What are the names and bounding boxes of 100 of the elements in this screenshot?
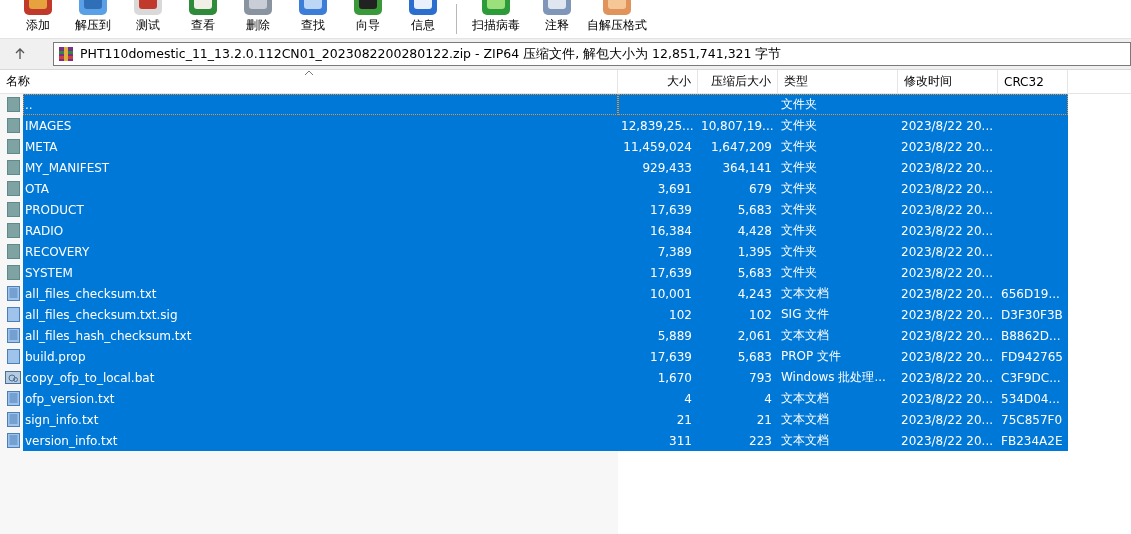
file-row[interactable]: ofp_version.txt bbox=[23, 388, 618, 409]
text-file-icon bbox=[7, 412, 20, 427]
table-cell: 7,389 bbox=[657, 244, 692, 259]
file-row[interactable]: SYSTEM bbox=[23, 262, 618, 283]
table-cell: 5,683 bbox=[737, 202, 772, 217]
table-cell: D3F30F3B bbox=[1001, 307, 1063, 322]
archive-icon bbox=[58, 46, 74, 62]
table-cell: 656D19... bbox=[1001, 286, 1060, 301]
table-cell: B8862D... bbox=[1001, 328, 1061, 343]
table-cell: 10,807,19... bbox=[701, 118, 774, 133]
file-row[interactable]: PRODUCT bbox=[23, 199, 618, 220]
table-cell: 1,670 bbox=[657, 370, 692, 385]
table-cell: 2023/8/22 20... bbox=[901, 244, 994, 259]
folder-icon bbox=[7, 181, 20, 196]
toolbar-button[interactable]: 测试 bbox=[120, 0, 175, 38]
file-name: all_files_checksum.txt bbox=[24, 286, 158, 301]
folder-icon bbox=[7, 265, 20, 280]
table-cell: 2023/8/22 20... bbox=[901, 286, 994, 301]
table-cell: 文件夹 bbox=[781, 97, 817, 111]
file-name: all_files_hash_checksum.txt bbox=[24, 328, 193, 343]
table-cell: 793 bbox=[749, 370, 772, 385]
table-cell: Windows 批处理... bbox=[781, 370, 886, 384]
file-name: build.prop bbox=[24, 349, 87, 364]
file-row[interactable]: IMAGES bbox=[23, 115, 618, 136]
file-name: MY_MANIFEST bbox=[24, 160, 111, 175]
file-name: ofp_version.txt bbox=[24, 391, 116, 406]
table-cell: 文本文档 bbox=[781, 328, 829, 342]
folder-icon bbox=[7, 139, 20, 154]
toolbar-button[interactable]: 自解压格式 bbox=[584, 0, 650, 38]
file-name: IMAGES bbox=[24, 118, 73, 133]
table-cell: 2,061 bbox=[737, 328, 772, 343]
file-row[interactable]: all_files_checksum.txt bbox=[23, 283, 618, 304]
file-name: PRODUCT bbox=[24, 202, 85, 217]
file-name: META bbox=[24, 139, 59, 154]
table-cell: 10,001 bbox=[650, 286, 692, 301]
table-cell: 文本文档 bbox=[781, 412, 829, 426]
table-cell: 2023/8/22 20... bbox=[901, 349, 994, 364]
file-row[interactable]: META bbox=[23, 136, 618, 157]
table-cell: 2023/8/22 20... bbox=[901, 223, 994, 238]
table-cell: 5,683 bbox=[737, 265, 772, 280]
table-cell: 21 bbox=[756, 412, 772, 427]
table-cell: 文本文档 bbox=[781, 433, 829, 447]
table-cell: 2023/8/22 20... bbox=[901, 307, 994, 322]
address-field[interactable]: PHT110domestic_11_13.2.0.112CN01_2023082200280122.zip - ZIP64 压缩文件, 解包大小为 12,851,741,321 字节 bbox=[53, 42, 1131, 66]
table-cell: 21 bbox=[676, 412, 692, 427]
file-name: all_files_checksum.txt.sig bbox=[24, 307, 179, 322]
file-row[interactable]: all_files_hash_checksum.txt bbox=[23, 325, 618, 346]
file-icon bbox=[7, 307, 20, 322]
table-cell: 5,889 bbox=[657, 328, 692, 343]
file-row[interactable]: MY_MANIFEST bbox=[23, 157, 618, 178]
toolbar-button[interactable]: 查看 bbox=[175, 0, 230, 38]
file-row[interactable]: version_info.txt bbox=[23, 430, 618, 451]
table-cell: FB234A2E bbox=[1001, 433, 1063, 448]
file-name: sign_info.txt bbox=[24, 412, 100, 427]
toolbar-button[interactable]: 解压到 bbox=[65, 0, 120, 38]
toolbar-button[interactable]: 注释 bbox=[529, 0, 584, 38]
table-cell: 文件夹 bbox=[781, 202, 817, 216]
table-cell: 4,243 bbox=[737, 286, 772, 301]
folder-icon bbox=[7, 97, 20, 112]
table-cell: 534D04... bbox=[1001, 391, 1060, 406]
file-row[interactable]: copy_ofp_to_local.bat bbox=[23, 367, 618, 388]
table-cell: 364,141 bbox=[722, 160, 772, 175]
file-name: RADIO bbox=[24, 223, 65, 238]
toolbar-button[interactable]: 查找 bbox=[285, 0, 340, 38]
table-cell: 2023/8/22 20... bbox=[901, 202, 994, 217]
table-cell: 311 bbox=[669, 433, 692, 448]
toolbar-button[interactable]: 扫描病毒 bbox=[463, 0, 529, 38]
table-cell: 4 bbox=[684, 391, 692, 406]
table-cell: PROP 文件 bbox=[781, 349, 842, 363]
file-name: copy_ofp_to_local.bat bbox=[24, 370, 156, 385]
toolbar-button[interactable]: 添加 bbox=[10, 0, 65, 38]
table-cell: 文件夹 bbox=[781, 139, 817, 153]
folder-icon bbox=[7, 118, 20, 133]
file-row[interactable]: RADIO bbox=[23, 220, 618, 241]
table-cell: 16,384 bbox=[650, 223, 692, 238]
file-row[interactable]: .. bbox=[23, 94, 618, 115]
table-cell: 文件夹 bbox=[781, 118, 817, 132]
table-cell: 2023/8/22 20... bbox=[901, 181, 994, 196]
table-cell: 75C857F0 bbox=[1001, 412, 1063, 427]
file-row[interactable]: build.prop bbox=[23, 346, 618, 367]
table-cell: 文件夹 bbox=[781, 181, 817, 195]
table-cell: 3,691 bbox=[657, 181, 692, 196]
table-cell: 102 bbox=[749, 307, 772, 322]
file-row[interactable]: RECOVERY bbox=[23, 241, 618, 262]
table-cell: 4 bbox=[764, 391, 772, 406]
sort-icon bbox=[303, 70, 314, 76]
toolbar-button[interactable]: 向导 bbox=[340, 0, 395, 38]
text-file-icon bbox=[7, 328, 20, 343]
file-name: .. bbox=[24, 97, 34, 112]
table-cell: 2023/8/22 20... bbox=[901, 412, 994, 427]
folder-icon bbox=[7, 223, 20, 238]
up-arrow-icon[interactable] bbox=[15, 48, 25, 60]
file-row[interactable]: all_files_checksum.txt.sig bbox=[23, 304, 618, 325]
toolbar-button[interactable]: 信息 bbox=[395, 0, 450, 38]
file-row[interactable]: OTA bbox=[23, 178, 618, 199]
toolbar-button[interactable]: 删除 bbox=[230, 0, 285, 38]
table-cell: 4,428 bbox=[737, 223, 772, 238]
table-cell: 679 bbox=[749, 181, 772, 196]
file-name: SYSTEM bbox=[24, 265, 74, 280]
file-row[interactable]: sign_info.txt bbox=[23, 409, 618, 430]
